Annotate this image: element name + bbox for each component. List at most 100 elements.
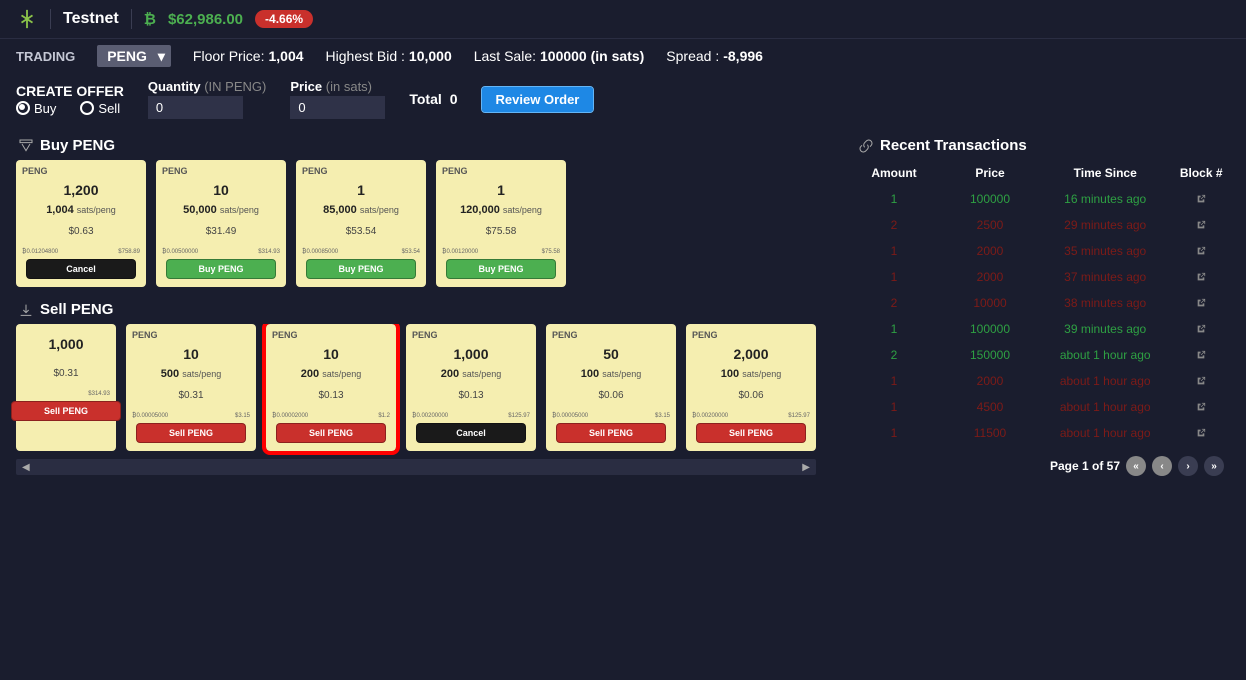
card-action-button[interactable]: Sell PENG	[696, 423, 806, 443]
tx-amount: 2	[846, 296, 942, 310]
card-usd: $0.31	[53, 368, 78, 379]
card-usd: $0.06	[738, 390, 763, 401]
buy-card-row: PENG1,2001,004 sats/peng$0.63₿0.01204800…	[6, 160, 826, 295]
tx-time: 38 minutes ago	[1038, 296, 1172, 310]
card-token: PENG	[16, 166, 48, 176]
recent-tx-heading: Recent Transactions	[846, 131, 1230, 160]
price-input[interactable]	[290, 96, 385, 119]
card-action-button[interactable]: Cancel	[26, 259, 136, 279]
tx-time: about 1 hour ago	[1038, 426, 1172, 440]
create-offer-label: CREATE OFFER	[16, 83, 124, 99]
tx-block-link[interactable]	[1172, 246, 1230, 256]
card-footer: ₿0.00005000$3.15	[546, 413, 676, 419]
tx-block-link[interactable]	[1172, 376, 1230, 386]
card-amount: 50	[603, 346, 619, 362]
quantity-input[interactable]	[148, 96, 243, 119]
page-prev-button[interactable]: ‹	[1152, 456, 1172, 476]
tx-price: 4500	[942, 400, 1038, 414]
card-token: PENG	[156, 166, 188, 176]
app-header: Testnet ₿ $62,986.00 -4.66%	[0, 0, 1246, 38]
scroll-right-icon[interactable]: ▶	[802, 462, 810, 473]
card-action-button[interactable]: Cancel	[416, 423, 526, 443]
card-usd: $0.06	[598, 390, 623, 401]
tx-time: 37 minutes ago	[1038, 270, 1172, 284]
card-usd: $0.13	[458, 390, 483, 401]
card-action-button[interactable]: Sell PENG	[276, 423, 386, 443]
page-info: Page 1 of 57	[1050, 459, 1120, 473]
token-select[interactable]: PENG	[97, 45, 171, 67]
scroll-left-icon[interactable]: ◀	[22, 462, 30, 473]
tx-amount: 1	[846, 192, 942, 206]
card-usd: $0.13	[318, 390, 343, 401]
page-last-button[interactable]: »	[1204, 456, 1224, 476]
tx-price: 2000	[942, 270, 1038, 284]
tx-block-link[interactable]	[1172, 324, 1230, 334]
card-action-button[interactable]: Sell PENG	[556, 423, 666, 443]
tx-amount: 1	[846, 322, 942, 336]
total-label: Total	[409, 91, 441, 107]
tx-time: about 1 hour ago	[1038, 348, 1172, 362]
card-footer: ₿0.00002000$1.2	[266, 413, 396, 419]
sell-card-row: 1,000 $0.31$314.93Sell PENGPENG10500 sat…	[6, 324, 826, 459]
tx-row: 1200035 minutes ago	[846, 238, 1230, 264]
spread: Spread :-8,996	[666, 48, 763, 64]
tx-time: 16 minutes ago	[1038, 192, 1172, 206]
card-usd: $75.58	[486, 226, 517, 237]
tx-block-link[interactable]	[1172, 220, 1230, 230]
trading-label: TRADING	[16, 49, 75, 64]
tx-block-link[interactable]	[1172, 350, 1230, 360]
tx-row: 111500about 1 hour ago	[846, 420, 1230, 446]
card-rate: 120,000 sats/peng	[460, 204, 542, 216]
page-first-button[interactable]: «	[1126, 456, 1146, 476]
sell-radio[interactable]: Sell	[80, 101, 120, 116]
btc-price: $62,986.00	[168, 11, 243, 28]
page-next-button[interactable]: ›	[1178, 456, 1198, 476]
card-action-button[interactable]: Sell PENG	[136, 423, 246, 443]
tx-block-link[interactable]	[1172, 402, 1230, 412]
offer-card: PENG 10 200 sats/peng $0.13 ₿0.00002000$1.2 S…	[266, 324, 396, 451]
horizontal-scrollbar[interactable]: ◀ ▶	[16, 459, 816, 475]
tx-row: 2150000about 1 hour ago	[846, 342, 1230, 368]
tx-amount: 1	[846, 426, 942, 440]
card-token: PENG	[436, 166, 468, 176]
card-amount: 10	[323, 346, 339, 362]
card-token: PENG	[126, 330, 158, 340]
tx-row: 14500about 1 hour ago	[846, 394, 1230, 420]
card-action-button[interactable]: Buy PENG	[166, 259, 276, 279]
tx-time: about 1 hour ago	[1038, 400, 1172, 414]
tx-block-link[interactable]	[1172, 272, 1230, 282]
offer-card: PENG2,000100 sats/peng$0.06₿0.00200000$1…	[686, 324, 816, 451]
card-amount: 1	[497, 182, 505, 198]
last-sale: Last Sale:100000 (in sats)	[474, 48, 645, 64]
card-usd: $53.54	[346, 226, 377, 237]
card-action-button[interactable]: Sell PENG	[11, 401, 121, 421]
buy-radio[interactable]: Buy	[16, 101, 56, 116]
tx-amount: 1	[846, 270, 942, 284]
tx-block-link[interactable]	[1172, 194, 1230, 204]
offer-card: PENG1,000200 sats/peng$0.13₿0.00200000$1…	[406, 324, 536, 451]
tx-price: 2000	[942, 244, 1038, 258]
tx-table-header: Amount Price Time Since Block #	[846, 160, 1230, 186]
card-token: PENG	[266, 330, 298, 340]
tx-block-link[interactable]	[1172, 298, 1230, 308]
highest-bid: Highest Bid :10,000	[326, 48, 452, 64]
card-usd: $31.49	[206, 226, 237, 237]
card-rate: 200 sats/peng	[301, 368, 361, 380]
offer-card: 1,000 $0.31$314.93Sell PENG	[16, 324, 116, 451]
link-icon	[858, 138, 874, 154]
tx-price: 11500	[942, 426, 1038, 440]
tx-amount: 1	[846, 400, 942, 414]
pagination: Page 1 of 57 « ‹ › »	[846, 446, 1230, 486]
review-order-button[interactable]: Review Order	[482, 87, 594, 112]
tx-time: 29 minutes ago	[1038, 218, 1172, 232]
tx-block-link[interactable]	[1172, 428, 1230, 438]
card-action-button[interactable]: Buy PENG	[446, 259, 556, 279]
quantity-label: Quantity (IN PENG)	[148, 79, 266, 94]
card-token: PENG	[296, 166, 328, 176]
buy-icon	[18, 138, 34, 154]
card-action-button[interactable]: Buy PENG	[306, 259, 416, 279]
card-amount: 1,200	[63, 182, 98, 198]
tx-price: 10000	[942, 296, 1038, 310]
tx-row: 1200037 minutes ago	[846, 264, 1230, 290]
offer-card: PENG1050,000 sats/peng$31.49₿0.00500000$…	[156, 160, 286, 287]
